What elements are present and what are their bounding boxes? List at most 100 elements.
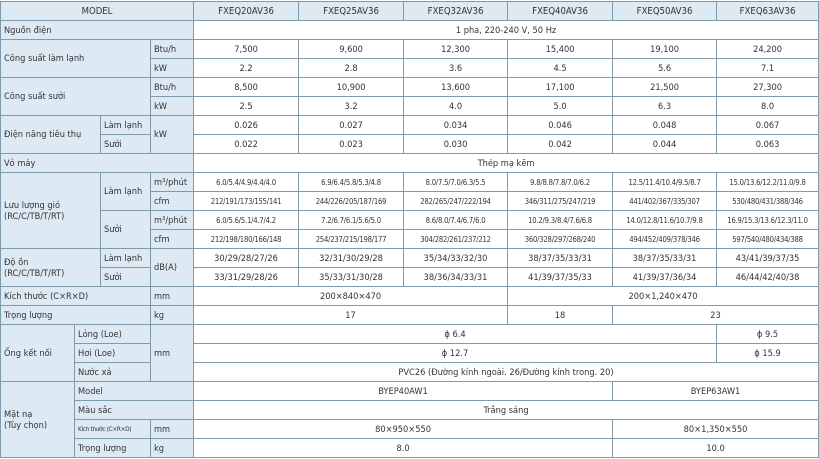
table-cell: 16.9/15.3/13.6/12.3/11.0 — [716, 210, 819, 230]
piping-gas-large: ϕ 15.9 — [716, 343, 819, 363]
model-col-1: FXEQ20AV36 — [193, 1, 300, 21]
dimensions-small: 200×840×470 — [193, 286, 509, 306]
table-cell: 15,400 — [507, 39, 614, 59]
table-cell: 8.0 — [716, 96, 819, 116]
panel-model-large: BYEP63AW1 — [612, 381, 819, 401]
table-cell: 0.048 — [612, 115, 718, 135]
table-cell: 2.5 — [193, 96, 300, 116]
table-cell: 9,600 — [298, 39, 405, 59]
piping-liquid-large: ϕ 9.5 — [716, 324, 819, 344]
piping-gas-row: Hơi (Loe) ϕ 12.7 ϕ 15.9 — [1, 343, 819, 363]
airflow-cool-m3-row: Lưu lượng gió (RC/C/TB/T/RT) Làm lạnh m³/… — [0, 172, 819, 249]
noise-label-line2: (RC/C/TB/T/RT) — [4, 267, 65, 279]
table-cell: 35/34/33/32/30 — [403, 248, 509, 268]
airflow-m3-unit: m³/phút — [149, 210, 195, 230]
weight-row: Trọng lượng kg 17 18 23 — [0, 305, 819, 325]
table-cell: 0.030 — [403, 134, 509, 154]
noise-label: Độ ồn (RC/C/TB/T/RT) — [0, 248, 101, 287]
table-cell: 8.0/7.5/7.0/6.3/5.5 — [403, 172, 509, 192]
table-cell: 32/31/30/29/28 — [298, 248, 405, 268]
panel-dimensions-unit: mm — [149, 419, 195, 439]
panel-color-value: Trắng sáng — [193, 400, 819, 420]
table-cell: 597/540/480/434/388 — [716, 229, 819, 249]
table-cell: 8,500 — [193, 77, 300, 97]
airflow-m3-unit: m³/phút — [149, 172, 195, 192]
model-col-5: FXEQ50AV36 — [612, 1, 718, 21]
table-cell: 360/328/297/268/240 — [507, 229, 614, 249]
table-cell: 13,600 — [403, 77, 509, 97]
table-cell: 6.0/5.6/5.1/4.7/4.2 — [193, 210, 300, 230]
table-cell: 7.1 — [716, 58, 819, 78]
table-cell: 33/31/29/28/26 — [193, 267, 300, 287]
panel-weight-label: Trọng lượng — [74, 438, 151, 458]
piping-liquid-row: Ống kết nối Lỏng (Loe) mm ϕ 6.4 ϕ 9.5 — [0, 324, 819, 382]
table-cell: 304/282/261/237/212 — [403, 229, 509, 249]
table-cell: 3.2 — [298, 96, 405, 116]
table-cell: 5.0 — [507, 96, 614, 116]
airflow-cfm-unit: cfm — [149, 229, 195, 249]
table-cell: 12,300 — [403, 39, 509, 59]
panel-label-line2: (Tùy chọn) — [4, 419, 48, 431]
table-cell: 38/37/35/33/31 — [507, 248, 614, 268]
table-cell: 46/44/42/40/38 — [716, 267, 819, 287]
table-cell: 17,100 — [507, 77, 614, 97]
table-cell: 21,500 — [612, 77, 718, 97]
heating-capacity-label: Công suất sưởi — [0, 77, 151, 116]
specification-table: MODEL FXEQ20AV36 FXEQ25AV36 FXEQ32AV36 F… — [0, 1, 819, 458]
heating-kw-unit: kW — [149, 96, 195, 116]
cooling-capacity-btuh-row: Công suất làm lạnh Btu/h 7,500 9,600 12,… — [0, 39, 819, 78]
table-cell: 12.5/11.4/10.4/9.5/8.7 — [612, 172, 718, 192]
weight-group-1: 17 — [193, 305, 509, 325]
power-supply-label: Nguồn điện — [0, 20, 195, 40]
noise-heat-label: Sưởi — [100, 267, 151, 287]
table-cell: 0.034 — [403, 115, 509, 135]
casing-value: Thép mạ kẽm — [193, 153, 819, 173]
header-row: MODEL FXEQ20AV36 FXEQ25AV36 FXEQ32AV36 F… — [0, 1, 819, 21]
airflow-heat-label: Sưởi — [100, 210, 151, 249]
airflow-heat-m3-row: Sưởi m³/phút 6.0/5.6/5.1/4.7/4.2 7.2/6.7… — [1, 210, 819, 249]
table-cell: 19,100 — [612, 39, 718, 59]
panel-dimensions-small: 80×950×550 — [193, 419, 614, 439]
panel-model-small: BYEP40AW1 — [193, 381, 614, 401]
airflow-label-line2: (RC/C/TB/T/RT) — [4, 210, 65, 222]
casing-row: Vỏ máy Thép mạ kẽm — [0, 153, 819, 173]
table-cell: 212/191/173/155/141 — [193, 191, 300, 211]
cooling-kw-unit: kW — [149, 58, 195, 78]
noise-unit: dB(A) — [149, 248, 195, 287]
panel-dimensions-large: 80×1,350×550 — [612, 419, 819, 439]
table-cell: 0.026 — [193, 115, 300, 135]
table-cell: 6.0/5.4/4.9/4.4/4.0 — [193, 172, 300, 192]
table-cell: 2.8 — [298, 58, 405, 78]
table-cell: 38/36/34/33/31 — [403, 267, 509, 287]
table-cell: 24,200 — [716, 39, 819, 59]
cooling-btuh-unit: Btu/h — [149, 39, 195, 59]
panel-model-row: Mặt nạ (Tùy chọn) Model BYEP40AW1 BYEP63A… — [0, 381, 819, 458]
panel-model-label: Model — [73, 381, 195, 401]
table-cell: 494/452/409/378/346 — [612, 229, 718, 249]
table-cell: 38/37/35/33/31 — [612, 248, 718, 268]
piping-drain-value: PVC26 (Đường kính ngoài. 26/Đường kính t… — [193, 362, 819, 382]
airflow-label: Lưu lượng gió (RC/C/TB/T/RT) — [0, 172, 101, 249]
weight-label: Trọng lượng — [0, 305, 151, 325]
table-cell: 9.8/8.8/7.8/7.0/6.2 — [507, 172, 614, 192]
power-consumption-cool-label: Làm lạnh — [100, 115, 151, 135]
noise-heat-row: Sưởi 33/31/29/28/26 35/33/31/30/28 38/36… — [1, 267, 819, 287]
power-consumption-unit: kW — [149, 115, 195, 154]
panel-weight-large: 10.0 — [612, 438, 819, 458]
weight-group-2: 18 — [507, 305, 614, 325]
piping-label: Ống kết nối — [0, 324, 75, 382]
airflow-cool-label: Làm lạnh — [100, 172, 151, 211]
power-supply-row: Nguồn điện 1 pha, 220-240 V, 50 Hz — [0, 20, 819, 40]
table-cell: 212/198/180/166/148 — [193, 229, 300, 249]
power-consumption-heat-label: Sưởi — [100, 134, 151, 154]
panel-color-row: Màu sắc Trắng sáng — [1, 400, 819, 420]
table-cell: 4.5 — [507, 58, 614, 78]
table-cell: 254/237/215/198/177 — [298, 229, 405, 249]
piping-liquid-small: ϕ 6.4 — [193, 324, 718, 344]
model-col-4: FXEQ40AV36 — [507, 1, 614, 21]
table-cell: 0.046 — [507, 115, 614, 135]
weight-unit: kg — [149, 305, 195, 325]
panel-label: Mặt nạ (Tùy chọn) — [0, 381, 75, 458]
power-consumption-cool-row: Điện năng tiêu thụ Làm lạnh kW 0.026 0.0… — [0, 115, 819, 154]
casing-label: Vỏ máy — [0, 153, 195, 173]
